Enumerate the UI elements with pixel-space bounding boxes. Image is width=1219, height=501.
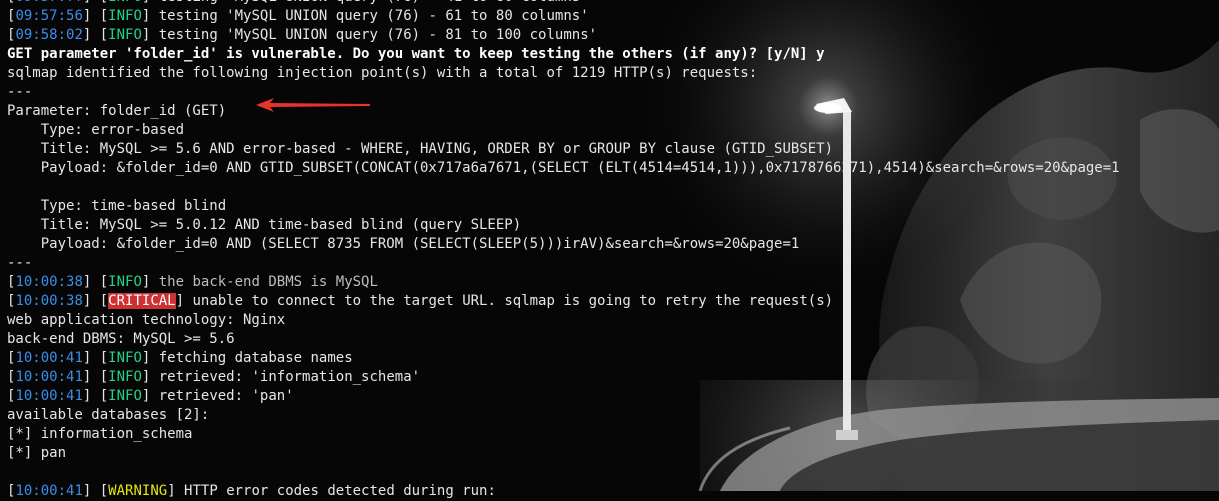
log-line: [10:00:41] [WARNING] HTTP error codes de… xyxy=(7,482,1120,501)
output-line: Payload: &folder_id=0 AND (SELECT 8735 F… xyxy=(7,235,1120,254)
log-message: testing 'MySQL UNION query (76) - 81 to … xyxy=(150,27,598,43)
log-line: [09:57:??] [INFO] testing 'MySQL UNION q… xyxy=(7,0,1120,7)
output-line: Title: MySQL >= 5.6 AND error-based - WH… xyxy=(7,140,1120,159)
output-text: Title: MySQL >= 5.6 AND error-based - WH… xyxy=(7,141,834,157)
log-line: [10:00:38] [CRITICAL] unable to connect … xyxy=(7,292,1120,311)
timestamp: 09:57:?? xyxy=(15,0,82,5)
log-level: CRITICAL xyxy=(108,293,176,309)
red-arrow-icon xyxy=(256,98,370,112)
output-line: Payload: &folder_id=0 AND GTID_SUBSET(CO… xyxy=(7,159,1120,178)
output-line: GET parameter 'folder_id' is vulnerable.… xyxy=(7,45,1120,64)
output-line: Title: MySQL >= 5.0.12 AND time-based bl… xyxy=(7,216,1120,235)
log-level: INFO xyxy=(108,350,142,366)
output-text: [*] pan xyxy=(7,445,67,461)
output-line: Type: time-based blind xyxy=(7,197,1120,216)
log-line: [10:00:41] [INFO] retrieved: 'pan' xyxy=(7,387,1120,406)
bracket: ] [ xyxy=(82,483,109,499)
output-text: --- xyxy=(7,255,33,271)
output-line: back-end DBMS: MySQL >= 5.6 xyxy=(7,330,1120,349)
output-text: --- xyxy=(7,84,33,100)
output-line: --- xyxy=(7,254,1120,273)
timestamp: 09:58:02 xyxy=(15,27,83,43)
log-level: INFO xyxy=(108,388,142,404)
output-text: Type: time-based blind xyxy=(7,198,227,214)
bracket: ] [ xyxy=(82,388,109,404)
log-message: fetching database names xyxy=(150,350,353,366)
output-line: Parameter: folder_id (GET) xyxy=(7,102,1120,121)
log-level: WARNING xyxy=(108,483,168,499)
log-level: INFO xyxy=(108,0,142,5)
output-text: Parameter: folder_id (GET) xyxy=(7,103,227,119)
log-line: [10:00:41] [INFO] fetching database name… xyxy=(7,349,1120,368)
log-level: INFO xyxy=(108,27,142,43)
timestamp: 09:57:56 xyxy=(15,8,83,24)
output-text: Title: MySQL >= 5.0.12 AND time-based bl… xyxy=(7,217,522,233)
log-message: unable to connect to the target URL. sql… xyxy=(184,293,834,309)
output-text: [*] information_schema xyxy=(7,426,193,442)
log-level: INFO xyxy=(108,8,142,24)
log-line: [09:58:02] [INFO] testing 'MySQL UNION q… xyxy=(7,26,1120,45)
output-text: web application technology: Nginx xyxy=(7,312,286,328)
output-text: sqlmap identified the following injectio… xyxy=(7,65,758,81)
bracket: ] [ xyxy=(82,293,109,309)
output-text: Payload: &folder_id=0 AND (SELECT 8735 F… xyxy=(7,236,800,252)
terminal-output: [09:57:??] [INFO] testing 'MySQL UNION q… xyxy=(7,0,1120,501)
log-line: [10:00:38] [INFO] the back-end DBMS is M… xyxy=(7,273,1120,292)
output-line: available databases [2]: xyxy=(7,406,1120,425)
bracket: ] [ xyxy=(82,27,109,43)
output-text: Type: error-based xyxy=(7,122,185,138)
output-line: [*] pan xyxy=(7,444,1120,463)
bracket: ] [ xyxy=(82,350,109,366)
bracket: ] [ xyxy=(83,0,108,5)
log-message: retrieved: 'pan' xyxy=(150,388,294,404)
log-message: testing 'MySQL UNION query (76) - 41 to … xyxy=(150,0,589,5)
bracket: ] [ xyxy=(82,369,109,385)
output-line: --- xyxy=(7,83,1120,102)
log-line: [10:00:41] [INFO] retrieved: 'informatio… xyxy=(7,368,1120,387)
log-message: retrieved: 'information_schema' xyxy=(150,369,421,385)
output-line: sqlmap identified the following injectio… xyxy=(7,64,1120,83)
bracket: ] [ xyxy=(82,274,109,290)
output-line: [*] information_schema xyxy=(7,425,1120,444)
output-text: available databases [2]: xyxy=(7,407,210,423)
log-message: testing 'MySQL UNION query (76) - 61 to … xyxy=(150,8,589,24)
timestamp: 10:00:38 xyxy=(15,274,83,290)
bracket: ] [ xyxy=(82,8,109,24)
timestamp: 10:00:38 xyxy=(15,293,83,309)
bracket: ] xyxy=(175,293,185,309)
output-text: back-end DBMS: MySQL >= 5.6 xyxy=(7,331,235,347)
bracket: ] xyxy=(167,483,176,499)
log-line: [09:57:56] [INFO] testing 'MySQL UNION q… xyxy=(7,7,1120,26)
log-level: INFO xyxy=(108,369,142,385)
log-message: the back-end DBMS is MySQL xyxy=(150,274,378,290)
output-line: Type: error-based xyxy=(7,121,1120,140)
timestamp: 10:00:41 xyxy=(15,483,83,499)
timestamp: 10:00:41 xyxy=(15,369,83,385)
output-line: web application technology: Nginx xyxy=(7,311,1120,330)
log-message: HTTP error codes detected during run: xyxy=(175,483,496,499)
output-text: Payload: &folder_id=0 AND GTID_SUBSET(CO… xyxy=(7,160,1120,176)
log-level: INFO xyxy=(108,274,142,290)
timestamp: 10:00:41 xyxy=(15,388,83,404)
timestamp: 10:00:41 xyxy=(15,350,83,366)
output-text: GET parameter 'folder_id' is vulnerable.… xyxy=(7,46,825,62)
